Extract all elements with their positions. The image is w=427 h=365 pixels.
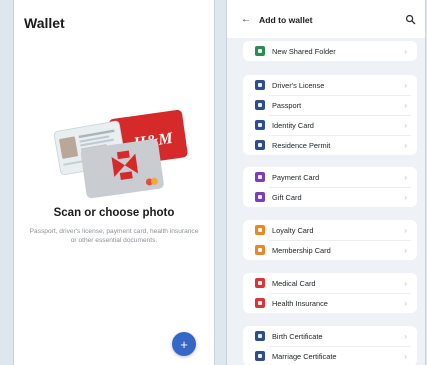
birth-certificate-icon — [255, 331, 265, 341]
car-icon — [255, 80, 265, 90]
list-item-label: Passport — [272, 100, 302, 110]
chevron-right-icon: › — [404, 298, 407, 308]
top-bar: ← Add to wallet — [227, 0, 425, 38]
chevron-right-icon: › — [404, 120, 407, 130]
chevron-right-icon: › — [404, 245, 407, 255]
chevron-right-icon: › — [404, 225, 407, 235]
folder-icon — [255, 46, 265, 56]
list-item-label: Gift Card — [272, 192, 302, 202]
id-card-icon — [255, 120, 265, 130]
list-item[interactable]: Medical Card › — [243, 273, 417, 293]
list-item[interactable]: Driver's License › — [243, 75, 417, 95]
list-item-label: Payment Card — [272, 172, 320, 182]
list-item-label: Residence Permit — [272, 140, 331, 150]
add-to-wallet-screen: ← Add to wallet New Shared Folder › Driv… — [226, 0, 426, 365]
page-title: Add to wallet — [259, 15, 313, 25]
back-arrow-icon[interactable]: ← — [241, 14, 251, 25]
chevron-right-icon: › — [404, 192, 407, 202]
list-item-label: Identity Card — [272, 120, 314, 130]
list-item-label: Loyalty Card — [272, 225, 314, 235]
chevron-right-icon: › — [404, 351, 407, 361]
document-group: New Shared Folder › — [243, 41, 417, 61]
document-group: Medical Card › Health Insurance › — [243, 273, 417, 313]
chevron-right-icon: › — [404, 278, 407, 288]
list-item-label: Birth Certificate — [272, 331, 323, 341]
passport-icon — [255, 100, 265, 110]
chevron-right-icon: › — [404, 140, 407, 150]
list-item-label: Membership Card — [272, 245, 331, 255]
add-button[interactable]: + — [172, 332, 196, 356]
gift-icon — [255, 192, 265, 202]
list-item-label: Driver's License — [272, 80, 325, 90]
cards-illustration: H&M — [53, 109, 188, 199]
list-item-label: Health Insurance — [272, 298, 328, 308]
list-item[interactable]: Loyalty Card › — [243, 220, 417, 240]
list-item[interactable]: Payment Card › — [243, 167, 417, 187]
document-group: Loyalty Card › Membership Card › — [243, 220, 417, 260]
list-item[interactable]: Birth Certificate › — [243, 326, 417, 346]
list-item[interactable]: Residence Permit › — [243, 135, 417, 155]
list-item-label: Marriage Certificate — [272, 351, 337, 361]
list-item-label: Medical Card — [272, 278, 316, 288]
chevron-right-icon: › — [404, 331, 407, 341]
plus-icon: + — [180, 336, 188, 352]
document-group: Birth Certificate › Marriage Certificate… — [243, 326, 417, 365]
scan-description: Passport, driver's license, payment card… — [29, 228, 199, 245]
marriage-certificate-icon — [255, 351, 265, 361]
medical-card-icon — [255, 278, 265, 288]
page-title: Wallet — [24, 15, 65, 31]
chevron-right-icon: › — [404, 172, 407, 182]
shield-icon — [255, 298, 265, 308]
wallet-screen: Wallet H&M Scan or choose photo — [13, 0, 215, 365]
residence-permit-icon — [255, 140, 265, 150]
list-item[interactable]: Passport › — [243, 95, 417, 115]
document-group: Payment Card › Gift Card › — [243, 167, 417, 207]
membership-card-icon — [255, 245, 265, 255]
credit-card-icon — [255, 172, 265, 182]
list-item[interactable]: New Shared Folder › — [243, 41, 417, 61]
list-item[interactable]: Gift Card › — [243, 187, 417, 207]
scan-title: Scan or choose photo — [53, 207, 175, 219]
search-icon[interactable] — [405, 14, 416, 25]
list-item[interactable]: Marriage Certificate › — [243, 346, 417, 365]
list-item[interactable]: Identity Card › — [243, 115, 417, 135]
chevron-right-icon: › — [404, 80, 407, 90]
list-item[interactable]: Health Insurance › — [243, 293, 417, 313]
document-group: Driver's License › Passport › Identity C… — [243, 75, 417, 155]
chevron-right-icon: › — [404, 100, 407, 110]
loyalty-card-icon — [255, 225, 265, 235]
list-item[interactable]: Membership Card › — [243, 240, 417, 260]
list-item-label: New Shared Folder — [272, 46, 336, 56]
chevron-right-icon: › — [404, 46, 407, 56]
